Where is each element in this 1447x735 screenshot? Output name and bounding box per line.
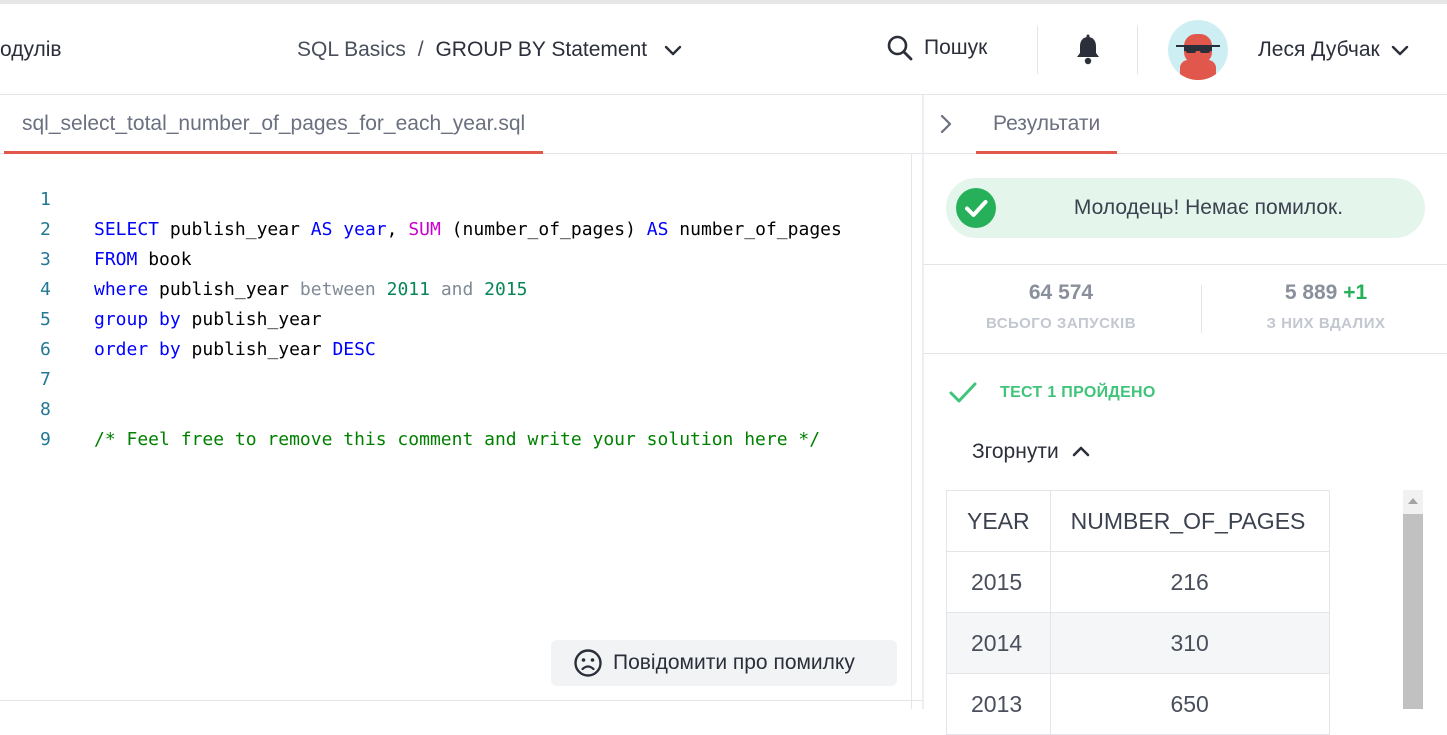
- code-line: 8 /* Feel free to remove this comment an…: [0, 365, 910, 450]
- chevron-down-icon: [1391, 45, 1408, 56]
- test-status: ТЕСТ 1 ПРОЙДЕНО: [1000, 384, 1156, 401]
- results-scrollbar[interactable]: [1403, 490, 1423, 709]
- total-runs-stat: 64 574 ВСЬОГО ЗАПУСКІВ: [946, 281, 1176, 332]
- total-runs-value: 64 574: [1028, 281, 1094, 304]
- code-comment: /* Feel free to remove this comment and …: [94, 429, 821, 450]
- bell-icon[interactable]: [1074, 34, 1102, 66]
- user-name: Леся Дубчак: [1258, 38, 1380, 61]
- collapse-toggle[interactable]: Згорнути: [972, 440, 1091, 464]
- table-cell: 216: [1049, 551, 1330, 613]
- search-button[interactable]: Пошук: [886, 34, 987, 62]
- tab-results[interactable]: Результати: [976, 95, 1118, 154]
- column-header: YEAR: [946, 490, 1051, 552]
- code-line: 5 order by publish_year DESC: [0, 275, 910, 360]
- chevron-down-icon: [664, 45, 682, 56]
- user-avatar-icon: [1176, 34, 1220, 80]
- breadcrumb-separator: /: [411, 38, 430, 61]
- success-banner: Молодець! Немає помилок.: [946, 178, 1425, 238]
- successful-runs: 5 889 +1: [1211, 281, 1441, 305]
- results-tab-bar: Результати: [924, 95, 1447, 154]
- table-row: 2013 650: [946, 673, 1330, 735]
- sad-face-icon: [574, 649, 602, 677]
- top-header: одулів SQL Basics / GROUP BY Statement П…: [0, 4, 1447, 95]
- code-line: 4 group by publish_year: [0, 245, 910, 330]
- stats-divider: [1201, 285, 1202, 333]
- course-selector[interactable]: SQL Basics / GROUP BY Statement: [297, 38, 683, 62]
- header-divider: [1137, 26, 1138, 74]
- test-result: ТЕСТ 1 ПРОЙДЕНО: [948, 380, 1156, 406]
- editor-bottom-border: [0, 700, 922, 701]
- successful-runs-stat: 5 889 +1 З НИХ ВДАЛИХ: [1211, 281, 1441, 332]
- successful-runs-label: З НИХ ВДАЛИХ: [1266, 315, 1386, 332]
- editor-tab-bar: sql_select_total_number_of_pages_for_eac…: [0, 95, 922, 154]
- search-label: Пошук: [924, 36, 988, 59]
- table-row: 2014 310: [946, 612, 1330, 674]
- results-table: YEAR NUMBER_OF_PAGES 2015 216 2014 310 2…: [946, 490, 1330, 735]
- header-divider: [1037, 26, 1038, 74]
- code-text: /* Feel free to remove this comment and …: [94, 425, 820, 455]
- scrollbar-thumb[interactable]: [1403, 514, 1423, 709]
- table-row: 2015 216: [946, 551, 1330, 613]
- course-name: SQL Basics: [297, 38, 406, 61]
- report-error-label: Повідомити про помилку: [613, 651, 855, 674]
- column-header: NUMBER_OF_PAGES: [1049, 490, 1330, 552]
- successful-runs-delta: +1: [1343, 281, 1368, 304]
- code-line: 1 SELECT publish_year AS year, SUM (numb…: [0, 155, 910, 240]
- user-menu[interactable]: Леся Дубчак: [1258, 38, 1410, 62]
- lesson-name: GROUP BY Statement: [435, 38, 648, 61]
- editor-edge: [911, 154, 912, 709]
- successful-runs-value: 5 889: [1284, 281, 1338, 304]
- modules-link[interactable]: одулів: [0, 38, 62, 62]
- success-message: Молодець! Немає помилок.: [1073, 196, 1344, 219]
- total-runs-label: ВСЬОГО ЗАПУСКІВ: [985, 315, 1137, 332]
- scroll-up-icon[interactable]: [1408, 498, 1418, 504]
- table-cell: 2015: [946, 551, 1051, 613]
- table-cell: 2014: [946, 612, 1051, 674]
- table-cell: 2013: [946, 673, 1051, 735]
- avatar[interactable]: [1168, 20, 1228, 80]
- report-error-button[interactable]: Повідомити про помилку: [551, 640, 897, 686]
- checkmark-icon: [949, 382, 977, 403]
- code-line: 9: [0, 395, 910, 450]
- chevron-right-icon[interactable]: [938, 113, 954, 135]
- table-cell: 650: [1049, 673, 1330, 735]
- search-icon: [887, 35, 913, 61]
- tab-sql-file[interactable]: sql_select_total_number_of_pages_for_eac…: [4, 95, 544, 154]
- chevron-up-icon: [1072, 446, 1089, 457]
- code-line: 7: [0, 335, 910, 390]
- run-stats: 64 574 ВСЬОГО ЗАПУСКІВ 5 889 +1 З НИХ ВД…: [924, 264, 1447, 354]
- code-line: 3 where publish_year between 2011 and 20…: [0, 215, 910, 300]
- table-header-row: YEAR NUMBER_OF_PAGES: [946, 490, 1330, 552]
- code-line: 2 FROM book: [0, 185, 910, 270]
- collapse-label: Згорнути: [972, 440, 1059, 463]
- table-cell: 310: [1049, 612, 1330, 674]
- pane-divider[interactable]: [922, 95, 924, 709]
- code-line: 6: [0, 305, 910, 360]
- line-number: 9: [40, 429, 51, 450]
